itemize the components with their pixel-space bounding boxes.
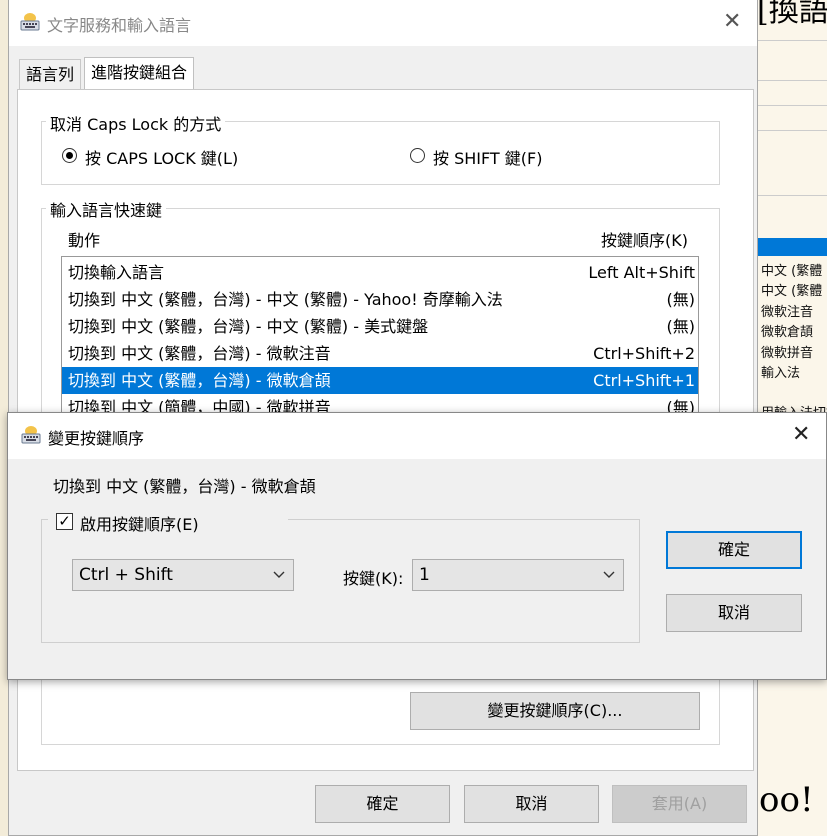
title-bar: 文字服務和輸入語言 ✕ [9, 0, 757, 46]
radio-caps-lock[interactable] [62, 148, 77, 163]
row-keys: (無) [666, 290, 696, 309]
change-key-sequence-dialog: 變更按鍵順序 ✕ 切換到 中文 (繁體，台灣) - 微軟倉頡 ✓ 啟用按鍵順序(… [7, 412, 827, 680]
hotkeys-group-title: 輸入語言快速鍵 [46, 197, 167, 221]
column-header-keys: 按鍵順序(K) [601, 231, 688, 250]
dialog-title: 變更按鍵順序 [48, 429, 145, 448]
key-label: 按鍵(K): [343, 569, 404, 588]
background-item: 微軟倉頡 [761, 325, 814, 340]
dialog-title-bar: 變更按鍵順序 ✕ [8, 413, 826, 459]
keyboard-icon [20, 424, 42, 450]
radio-shift-label[interactable]: 按 SHIFT 鍵(F) [433, 145, 542, 169]
modifier-select[interactable]: Ctrl + Shift [72, 559, 294, 591]
apply-button[interactable]: 套用(A) [612, 785, 747, 823]
ok-button[interactable]: 確定 [315, 785, 450, 823]
table-row[interactable]: 切換到 中文 (繁體，台灣) - 中文 (繁體) - Yahoo! 奇摩輸入法 (… [62, 286, 698, 313]
background-item: 中文 (繁體 [761, 284, 823, 299]
background-item: 輸入法 [761, 366, 801, 381]
row-action: 切換到 中文 (繁體，台灣) - 微軟倉頡 [68, 371, 331, 390]
chevron-down-icon [603, 560, 615, 601]
close-icon[interactable]: ✕ [723, 9, 741, 34]
background-big-text-bottom: oo! [759, 780, 814, 820]
row-keys: (無) [666, 317, 696, 336]
row-keys: Left Alt+Shift [588, 263, 695, 282]
tab-advanced-key-settings[interactable]: 進階按鍵組合 [84, 57, 195, 90]
window-title: 文字服務和輸入語言 [47, 16, 192, 35]
key-select[interactable]: 1 [412, 559, 624, 591]
keyboard-icon [19, 11, 41, 37]
dialog-ok-button[interactable]: 確定 [666, 531, 802, 569]
key-select-value: 1 [419, 565, 430, 585]
background-selection-bar [757, 238, 827, 256]
row-action: 切換到 中文 (繁體，台灣) - 中文 (繁體) - Yahoo! 奇摩輸入法 [68, 290, 503, 309]
radio-shift[interactable] [410, 148, 425, 163]
background-item: 微軟注音 [761, 305, 814, 320]
tab-language-bar[interactable]: 語言列 [19, 59, 82, 89]
dialog-target-action: 切換到 中文 (繁體，台灣) - 微軟倉頡 [53, 477, 316, 496]
table-row[interactable]: 切換輸入語言 Left Alt+Shift [62, 259, 698, 286]
background-item: 中文 (繁體 [761, 264, 823, 279]
change-key-sequence-button[interactable]: 變更按鍵順序(C)... [410, 692, 700, 730]
background-big-text-top: [換語 [757, 0, 827, 29]
enable-sequence-label[interactable]: 啟用按鍵順序(E) [80, 511, 199, 535]
row-keys: Ctrl+Shift+1 [593, 371, 695, 390]
hotkeys-list[interactable]: 切換輸入語言 Left Alt+Shift 切換到 中文 (繁體，台灣) - 中文… [61, 256, 699, 416]
enable-sequence-checkbox[interactable]: ✓ [56, 513, 73, 530]
table-row[interactable]: 切換到 中文 (繁體，台灣) - 中文 (繁體) - 美式鍵盤 (無) [62, 313, 698, 340]
cancel-button[interactable]: 取消 [464, 785, 599, 823]
table-row-selected[interactable]: 切換到 中文 (繁體，台灣) - 微軟倉頡 Ctrl+Shift+1 [62, 367, 698, 394]
column-header-action: 動作 [68, 231, 101, 250]
row-action: 切換輸入語言 [68, 263, 165, 282]
modifier-select-value: Ctrl + Shift [79, 565, 173, 585]
radio-caps-lock-label[interactable]: 按 CAPS LOCK 鍵(L) [85, 145, 238, 169]
close-icon[interactable]: ✕ [792, 422, 810, 447]
background-item: 微軟拼音 [761, 346, 814, 361]
caps-lock-group-title: 取消 Caps Lock 的方式 [46, 111, 226, 135]
row-action: 切換到 中文 (繁體，台灣) - 中文 (繁體) - 美式鍵盤 [68, 317, 429, 336]
row-action: 切換到 中文 (繁體，台灣) - 微軟注音 [68, 344, 331, 363]
row-keys: Ctrl+Shift+2 [593, 344, 695, 363]
chevron-down-icon [273, 560, 285, 601]
dialog-cancel-button[interactable]: 取消 [666, 594, 802, 632]
table-row[interactable]: 切換到 中文 (繁體，台灣) - 微軟注音 Ctrl+Shift+2 [62, 340, 698, 367]
